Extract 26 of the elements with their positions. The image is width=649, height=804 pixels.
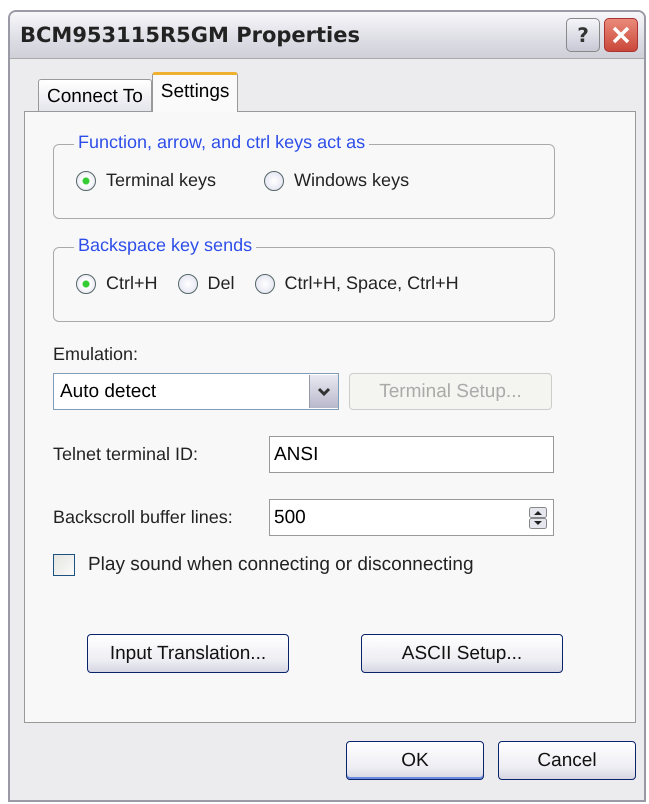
radio-label: Ctrl+H bbox=[106, 273, 158, 294]
radio-option[interactable]: Windows keys bbox=[264, 170, 410, 191]
radio-label: Del bbox=[208, 273, 235, 294]
backscroll-label: Backscroll buffer lines: bbox=[53, 507, 234, 528]
group-title: Backspace key sends bbox=[74, 235, 256, 256]
backscroll-spinbox[interactable]: 500 bbox=[269, 499, 554, 536]
tab[interactable]: Connect To bbox=[38, 79, 152, 111]
emulation-dropdown[interactable]: Auto detect bbox=[53, 373, 339, 410]
dialog-button[interactable]: Input Translation... bbox=[87, 634, 289, 673]
group-title: Function, arrow, and ctrl keys act as bbox=[74, 132, 370, 153]
telnet-id-field[interactable]: ANSI bbox=[269, 436, 554, 473]
ok-button[interactable]: OK bbox=[346, 741, 484, 780]
cancel-button[interactable]: Cancel bbox=[498, 741, 636, 780]
radio-option[interactable]: Terminal keys bbox=[76, 170, 216, 191]
radio-option[interactable]: Ctrl+H bbox=[76, 273, 158, 294]
tab[interactable]: Settings bbox=[152, 72, 238, 112]
radio-label: Windows keys bbox=[294, 170, 410, 191]
emulation-label: Emulation: bbox=[53, 344, 140, 365]
window-title: BCM953115R5GM Properties bbox=[20, 23, 361, 47]
help-button[interactable]: ? bbox=[566, 18, 600, 52]
checkbox-label: Play sound when connecting or disconnecting bbox=[88, 554, 474, 576]
radio-option[interactable]: Del bbox=[178, 273, 235, 294]
radio-label: Terminal keys bbox=[106, 170, 216, 191]
dialog-button[interactable]: ASCII Setup... bbox=[361, 634, 563, 673]
play-sound-checkbox[interactable]: Play sound when connecting or disconnecting bbox=[53, 554, 635, 576]
telnet-id-label: Telnet terminal ID: bbox=[53, 444, 200, 465]
